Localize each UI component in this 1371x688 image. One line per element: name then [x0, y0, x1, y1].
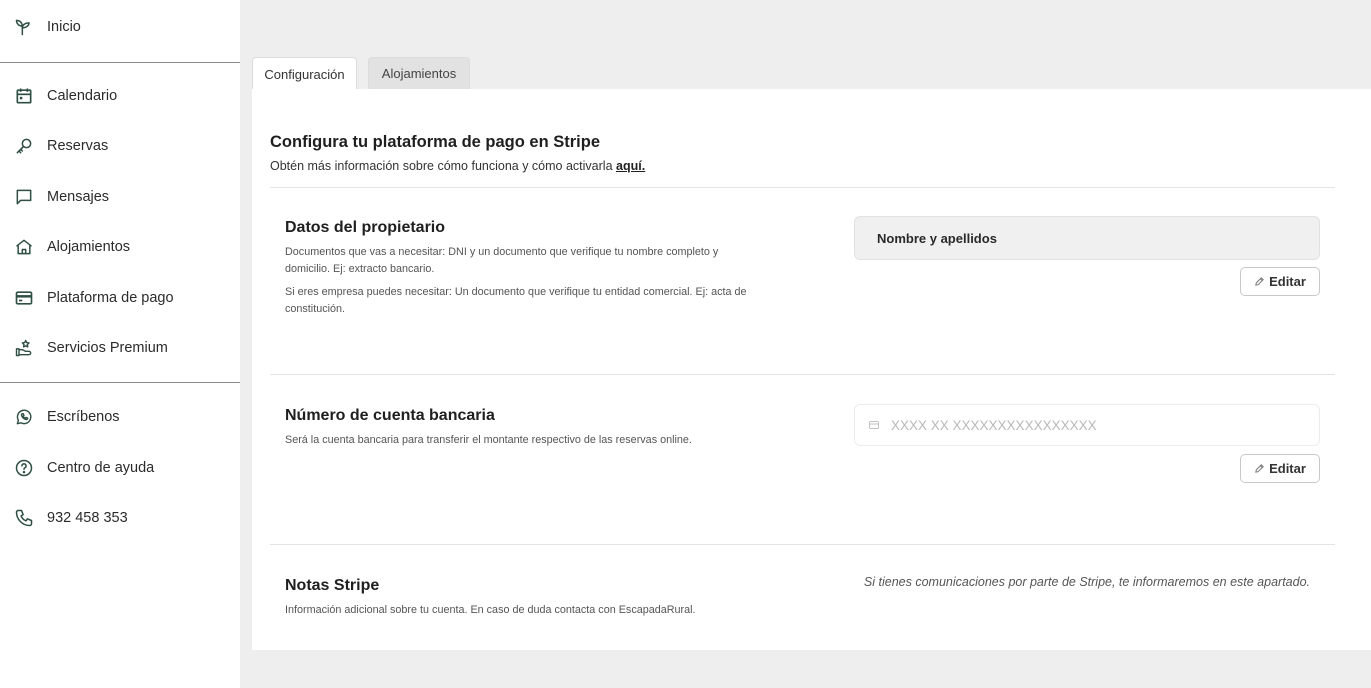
sidebar-item-label: Escríbenos — [47, 409, 120, 425]
section-divider — [270, 544, 1335, 545]
tab-configuracion[interactable]: Configuración — [252, 57, 357, 90]
sidebar-item-telefono[interactable]: 932 458 353 — [0, 496, 240, 540]
sidebar-item-inicio[interactable]: Inicio — [0, 5, 240, 49]
notes-section-desc: Información adicional sobre tu cuenta. E… — [285, 604, 696, 616]
sidebar-item-label: Plataforma de pago — [47, 290, 174, 306]
sidebar-item-label: Reservas — [47, 138, 109, 154]
owner-section-title: Datos del propietario — [285, 219, 446, 236]
edit-bank-label: Editar — [1269, 461, 1306, 476]
house-icon — [14, 237, 34, 257]
sidebar-item-label: Calendario — [47, 88, 118, 104]
sidebar-item-label: 932 458 353 — [47, 510, 128, 526]
bank-section-desc: Será la cuenta bancaria para transferir … — [285, 434, 692, 446]
sidebar-item-label: Inicio — [47, 19, 81, 35]
bank-section-title: Número de cuenta bancaria — [285, 407, 495, 424]
pencil-icon — [1254, 463, 1265, 474]
hand-star-icon — [14, 338, 34, 358]
sidebar-divider — [0, 382, 240, 383]
tab-label: Configuración — [264, 66, 345, 82]
notes-info-text: Si tienes comunicaciones por parte de St… — [863, 575, 1310, 589]
sidebar-item-label: Mensajes — [47, 189, 110, 205]
card-icon — [869, 421, 879, 429]
sidebar: Inicio Calendario Reservas Mensajes Aloj… — [0, 0, 240, 688]
sidebar-item-servicios-premium[interactable]: Servicios Premium — [0, 326, 240, 370]
edit-owner-button[interactable]: Editar — [1240, 267, 1320, 296]
phone-icon — [14, 508, 34, 528]
section-divider — [270, 187, 1335, 188]
sidebar-divider — [0, 62, 240, 63]
sidebar-item-calendario[interactable]: Calendario — [0, 74, 240, 118]
bank-account-input[interactable] — [891, 417, 1291, 433]
section-divider — [270, 374, 1335, 375]
pencil-icon — [1254, 276, 1265, 287]
sidebar-item-label: Alojamientos — [47, 239, 131, 255]
edit-owner-label: Editar — [1269, 274, 1306, 289]
owner-name-field: Nombre y apellidos — [854, 216, 1320, 260]
sidebar-item-reservas[interactable]: Reservas — [0, 124, 240, 168]
whatsapp-icon — [14, 407, 34, 427]
owner-name-value: Nombre y apellidos — [877, 230, 997, 246]
bank-account-field[interactable] — [854, 404, 1320, 446]
owner-section-desc-1: Documentos que vas a necesitar: DNI y un… — [285, 246, 719, 275]
calendar-icon — [14, 86, 34, 106]
edit-bank-button[interactable]: Editar — [1240, 454, 1320, 483]
help-circle-icon — [14, 458, 34, 478]
page-title: Configura tu plataforma de pago en Strip… — [270, 133, 601, 151]
sidebar-item-plataforma-de-pago[interactable]: Plataforma de pago — [0, 276, 240, 320]
sidebar-item-escribenos[interactable]: Escríbenos — [0, 395, 240, 439]
page-subtitle-text: Obtén más información sobre cómo funcion… — [270, 159, 616, 173]
tab-alojamientos[interactable]: Alojamientos — [368, 57, 470, 89]
more-info-link[interactable]: aquí. — [616, 159, 645, 173]
main-panel: Configura tu plataforma de pago en Strip… — [252, 89, 1371, 650]
page-subtitle: Obtén más información sobre cómo funcion… — [270, 159, 645, 173]
sidebar-item-centro-de-ayuda[interactable]: Centro de ayuda — [0, 446, 240, 490]
sidebar-item-alojamientos[interactable]: Alojamientos — [0, 225, 240, 269]
sprout-icon — [14, 17, 34, 37]
notes-section-title: Notas Stripe — [285, 577, 380, 594]
message-icon — [14, 187, 34, 207]
tab-label: Alojamientos — [381, 66, 457, 81]
key-icon — [14, 136, 34, 156]
sidebar-item-label: Centro de ayuda — [47, 460, 155, 476]
sidebar-item-label: Servicios Premium — [47, 340, 168, 356]
owner-section-desc-2: Si eres empresa puedes necesitar: Un doc… — [285, 286, 747, 315]
sidebar-item-mensajes[interactable]: Mensajes — [0, 175, 240, 219]
credit-card-icon — [14, 288, 34, 308]
